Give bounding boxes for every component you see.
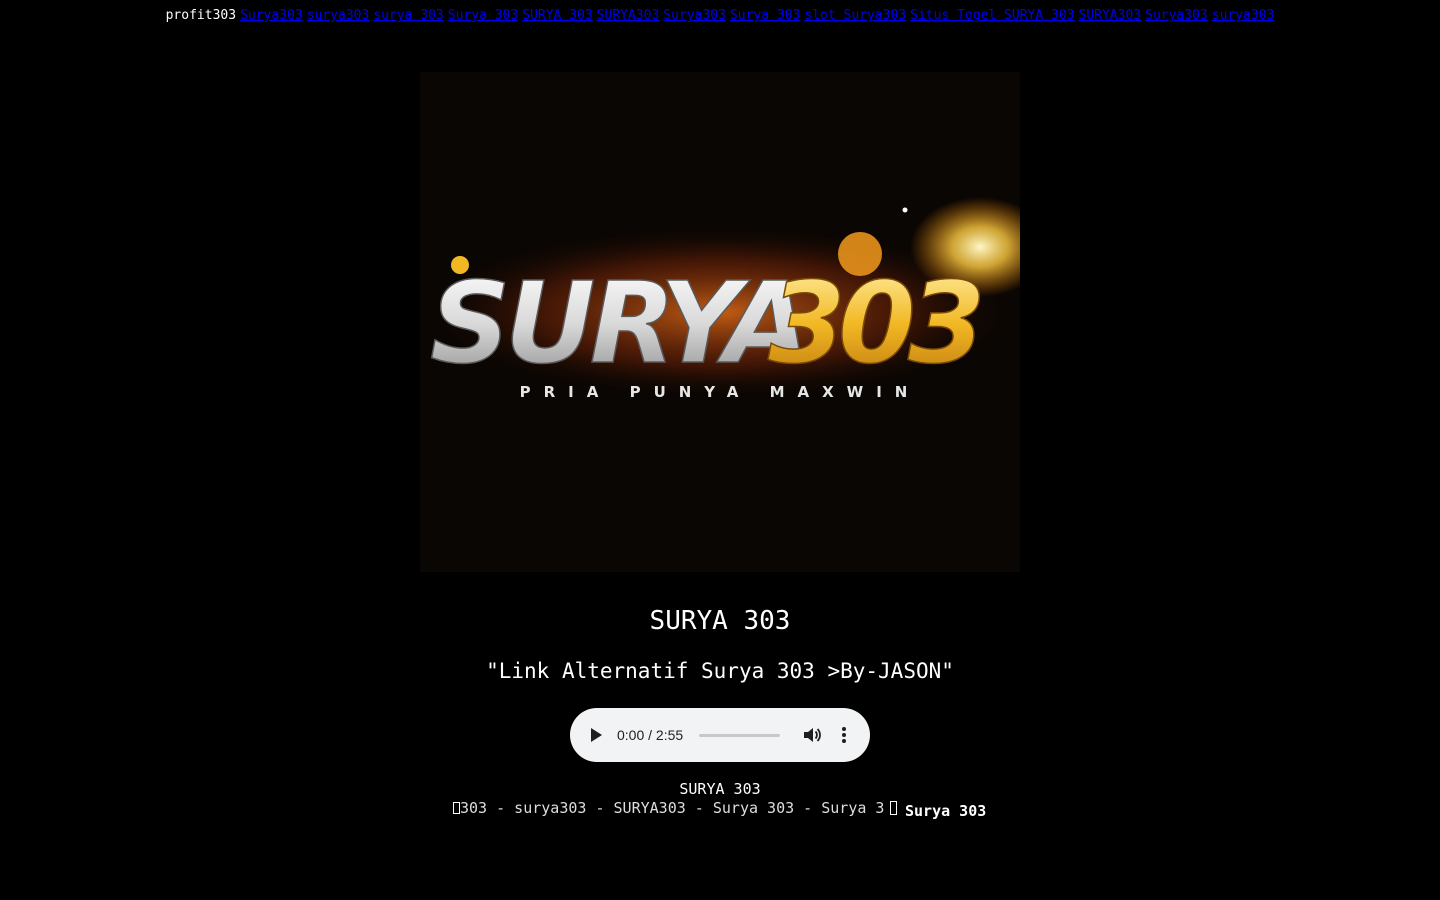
top-link[interactable]: SURYA 303	[522, 8, 592, 23]
logo-tagline: PRIA PUNYA MAXWIN	[520, 383, 921, 401]
top-link[interactable]: surya303	[1212, 8, 1275, 23]
footer-marquee-row: 303 - surya303 - SURYA303 - Surya 303 - …	[453, 798, 987, 820]
top-link[interactable]: Situs Togel SURYA 303	[910, 8, 1074, 23]
top-link[interactable]: Surya 303	[730, 8, 800, 23]
logo-wordmark-right: 303	[768, 259, 980, 389]
missing-glyph-icon	[890, 801, 897, 815]
footer-marquee: 303 - surya303 - SURYA303 - Surya 303 - …	[460, 799, 885, 817]
top-link[interactable]: surya 303	[373, 8, 443, 23]
footer-bold-label: Surya 303	[905, 802, 987, 820]
top-link[interactable]: Surya 303	[448, 8, 518, 23]
site-brand-text: profit303	[165, 8, 237, 23]
top-link[interactable]: Surya303	[1145, 8, 1208, 23]
logo-wordmark-left: SURYA	[430, 259, 805, 389]
audio-progress-slider[interactable]	[699, 734, 780, 737]
volume-icon[interactable]	[802, 725, 822, 745]
top-link[interactable]: Surya303	[240, 8, 303, 23]
footer-title: SURYA 303	[679, 780, 761, 798]
top-link[interactable]: Surya303	[663, 8, 726, 23]
top-link[interactable]: slot Surya303	[804, 8, 906, 23]
play-icon[interactable]	[591, 728, 602, 742]
top-link[interactable]: SURYA303	[597, 8, 660, 23]
top-link[interactable]: SURYA303	[1079, 8, 1142, 23]
missing-glyph-icon	[453, 802, 460, 814]
surya303-logo: SURYA 303 PRIA PUNYA MAXWIN	[420, 197, 1020, 402]
audio-player[interactable]: 0:00 / 2:55	[570, 708, 870, 762]
logo-image: SURYA 303 PRIA PUNYA MAXWIN	[420, 72, 1020, 572]
more-options-icon[interactable]	[836, 725, 852, 745]
audio-time: 0:00 / 2:55	[617, 727, 684, 743]
top-link[interactable]: surya303	[307, 8, 370, 23]
page-title: SURYA 303	[649, 606, 791, 636]
top-links-bar: profit303 Surya303 surya303 surya 303 Surya …	[0, 7, 1440, 25]
page-subtitle: "Link Alternatif Surya 303 >By-JASON"	[486, 659, 954, 683]
